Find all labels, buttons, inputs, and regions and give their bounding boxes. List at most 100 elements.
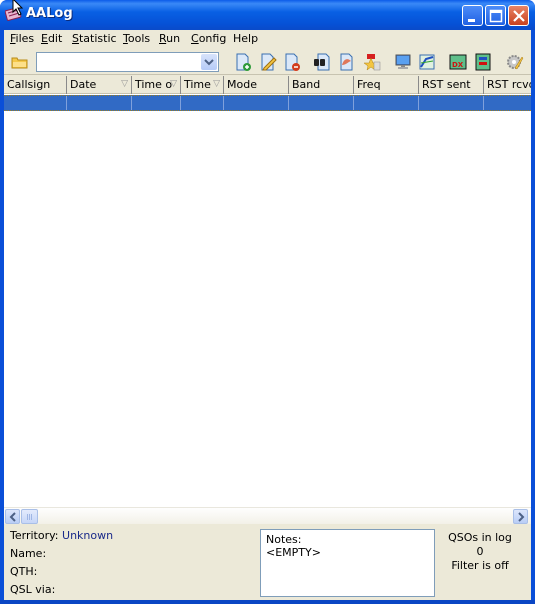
- chevron-left-icon: [9, 512, 16, 522]
- app-window: AALog Files Edit Statistic Tools Run Con…: [0, 0, 535, 604]
- callsign-combo[interactable]: [36, 52, 219, 72]
- table-cell: [181, 96, 224, 110]
- chevron-right-icon: [518, 512, 525, 522]
- qsos-label: QSOs in log: [448, 531, 512, 544]
- client-area: Files Edit Statistic Tools Run Config He…: [4, 30, 531, 600]
- menu-statistic[interactable]: Statistic: [72, 32, 117, 45]
- menu-label: iles: [15, 32, 35, 45]
- column-label: Freq: [357, 78, 381, 91]
- open-folder-icon[interactable]: [11, 53, 29, 71]
- menu-label: onfig: [198, 32, 227, 45]
- grid-header: Callsign Date ▽ Time o ▽ Time ▽ Mode Band F…: [4, 76, 531, 94]
- territory-value: Unknown: [62, 529, 114, 542]
- dx-icon[interactable]: DX: [449, 53, 467, 71]
- sort-indicator-icon: ▽: [170, 79, 177, 89]
- combo-dropdown-button[interactable]: [201, 54, 217, 70]
- territory-line: Territory: Unknown: [10, 529, 113, 542]
- close-button[interactable]: [508, 5, 529, 26]
- sort-indicator-icon: ▽: [213, 79, 220, 89]
- scroll-left-button[interactable]: [5, 509, 20, 524]
- table-cell: [67, 96, 132, 110]
- svg-text:DX: DX: [452, 61, 464, 69]
- settings-icon[interactable]: [506, 53, 524, 71]
- column-header-band[interactable]: Band: [289, 76, 354, 94]
- notes-label: Notes:: [266, 533, 302, 546]
- column-label: Mode: [227, 78, 257, 91]
- toolbar: DX: [4, 49, 531, 75]
- table-cell: [419, 96, 484, 110]
- menu-help[interactable]: Help: [233, 32, 258, 45]
- band-map-icon[interactable]: [418, 53, 436, 71]
- column-header-time-on[interactable]: Time o ▽: [132, 76, 181, 94]
- toolbar-divider: [4, 74, 531, 75]
- find-qso-icon[interactable]: [313, 53, 331, 71]
- column-label: RST sent: [422, 78, 471, 91]
- column-header-callsign[interactable]: Callsign: [4, 76, 67, 94]
- column-header-freq[interactable]: Freq: [354, 76, 419, 94]
- propagation-icon[interactable]: [474, 53, 492, 71]
- chevron-down-icon: [204, 59, 214, 66]
- menu-label: un: [166, 32, 181, 45]
- filter-status: Filter is off: [451, 559, 509, 572]
- column-label: Time: [184, 78, 211, 91]
- menu-accel: C: [191, 32, 199, 45]
- menu-run[interactable]: Run: [159, 32, 180, 45]
- notes-box[interactable]: Notes: <EMPTY>: [260, 529, 435, 597]
- menu-label: tatistic: [78, 32, 117, 45]
- column-label: Callsign: [7, 78, 51, 91]
- table-cell: [4, 96, 67, 110]
- new-qso-icon[interactable]: [234, 53, 252, 71]
- cluster-monitor-icon[interactable]: [394, 53, 412, 71]
- menu-tools[interactable]: Tools: [123, 32, 150, 45]
- menu-files[interactable]: Files: [10, 32, 34, 45]
- qsos-count: 0: [476, 545, 484, 558]
- table-cell: [484, 96, 531, 110]
- horizontal-scrollbar[interactable]: [4, 507, 531, 524]
- table-cell: [224, 96, 289, 110]
- menu-label: dit: [47, 32, 63, 45]
- column-header-mode[interactable]: Mode: [224, 76, 289, 94]
- column-header-date[interactable]: Date ▽: [67, 76, 132, 94]
- award-icon[interactable]: [363, 53, 381, 71]
- window-frame-bottom: [0, 600, 535, 604]
- qso-log-grid: Callsign Date ▽ Time o ▽ Time ▽ Mode Band F…: [4, 76, 531, 507]
- qsl-icon[interactable]: [338, 53, 356, 71]
- window-title: AALog: [26, 6, 73, 21]
- table-row-selected[interactable]: [4, 95, 531, 111]
- close-icon: [513, 10, 525, 22]
- column-label: Time o: [135, 78, 173, 91]
- column-label: RST rcvd: [487, 78, 531, 91]
- menu-accel: E: [41, 32, 48, 45]
- scroll-thumb[interactable]: [21, 509, 38, 524]
- menu-accel: S: [72, 32, 79, 45]
- qth-label: QTH:: [10, 565, 38, 578]
- column-label: Date: [70, 78, 97, 91]
- grip-icon: [27, 514, 33, 520]
- menu-edit[interactable]: Edit: [41, 32, 62, 45]
- sort-indicator-icon: ▽: [121, 79, 128, 89]
- scroll-right-button[interactable]: [513, 509, 528, 524]
- column-header-rst-rcvd[interactable]: RST rcvd: [484, 76, 531, 94]
- delete-qso-icon[interactable]: [283, 53, 301, 71]
- mouse-cursor-icon: [12, 0, 24, 16]
- minimize-icon: [468, 19, 475, 22]
- territory-label: Territory:: [10, 529, 59, 542]
- column-header-time[interactable]: Time ▽: [181, 76, 224, 94]
- name-label: Name:: [10, 547, 47, 560]
- menu-label: Help: [233, 32, 259, 45]
- column-label: Band: [292, 78, 321, 91]
- table-cell: [132, 96, 181, 110]
- minimize-button[interactable]: [462, 5, 483, 26]
- edit-qso-icon[interactable]: [259, 53, 277, 71]
- column-header-rst-sent[interactable]: RST sent: [419, 76, 484, 94]
- menu-config[interactable]: Config: [191, 32, 226, 45]
- qsl-via-label: QSL via:: [10, 583, 56, 596]
- menu-label: ools: [127, 32, 151, 45]
- log-stats: QSOs in log 0 Filter is off: [440, 531, 520, 573]
- menu-bar: Files Edit Statistic Tools Run Config He…: [4, 30, 531, 48]
- maximize-icon: [489, 9, 503, 23]
- notes-value: <EMPTY>: [266, 546, 321, 559]
- maximize-button[interactable]: [485, 5, 506, 26]
- title-bar[interactable]: AALog: [0, 0, 535, 30]
- info-panel: Territory: Unknown Name: QTH: QSL via: N…: [4, 525, 531, 600]
